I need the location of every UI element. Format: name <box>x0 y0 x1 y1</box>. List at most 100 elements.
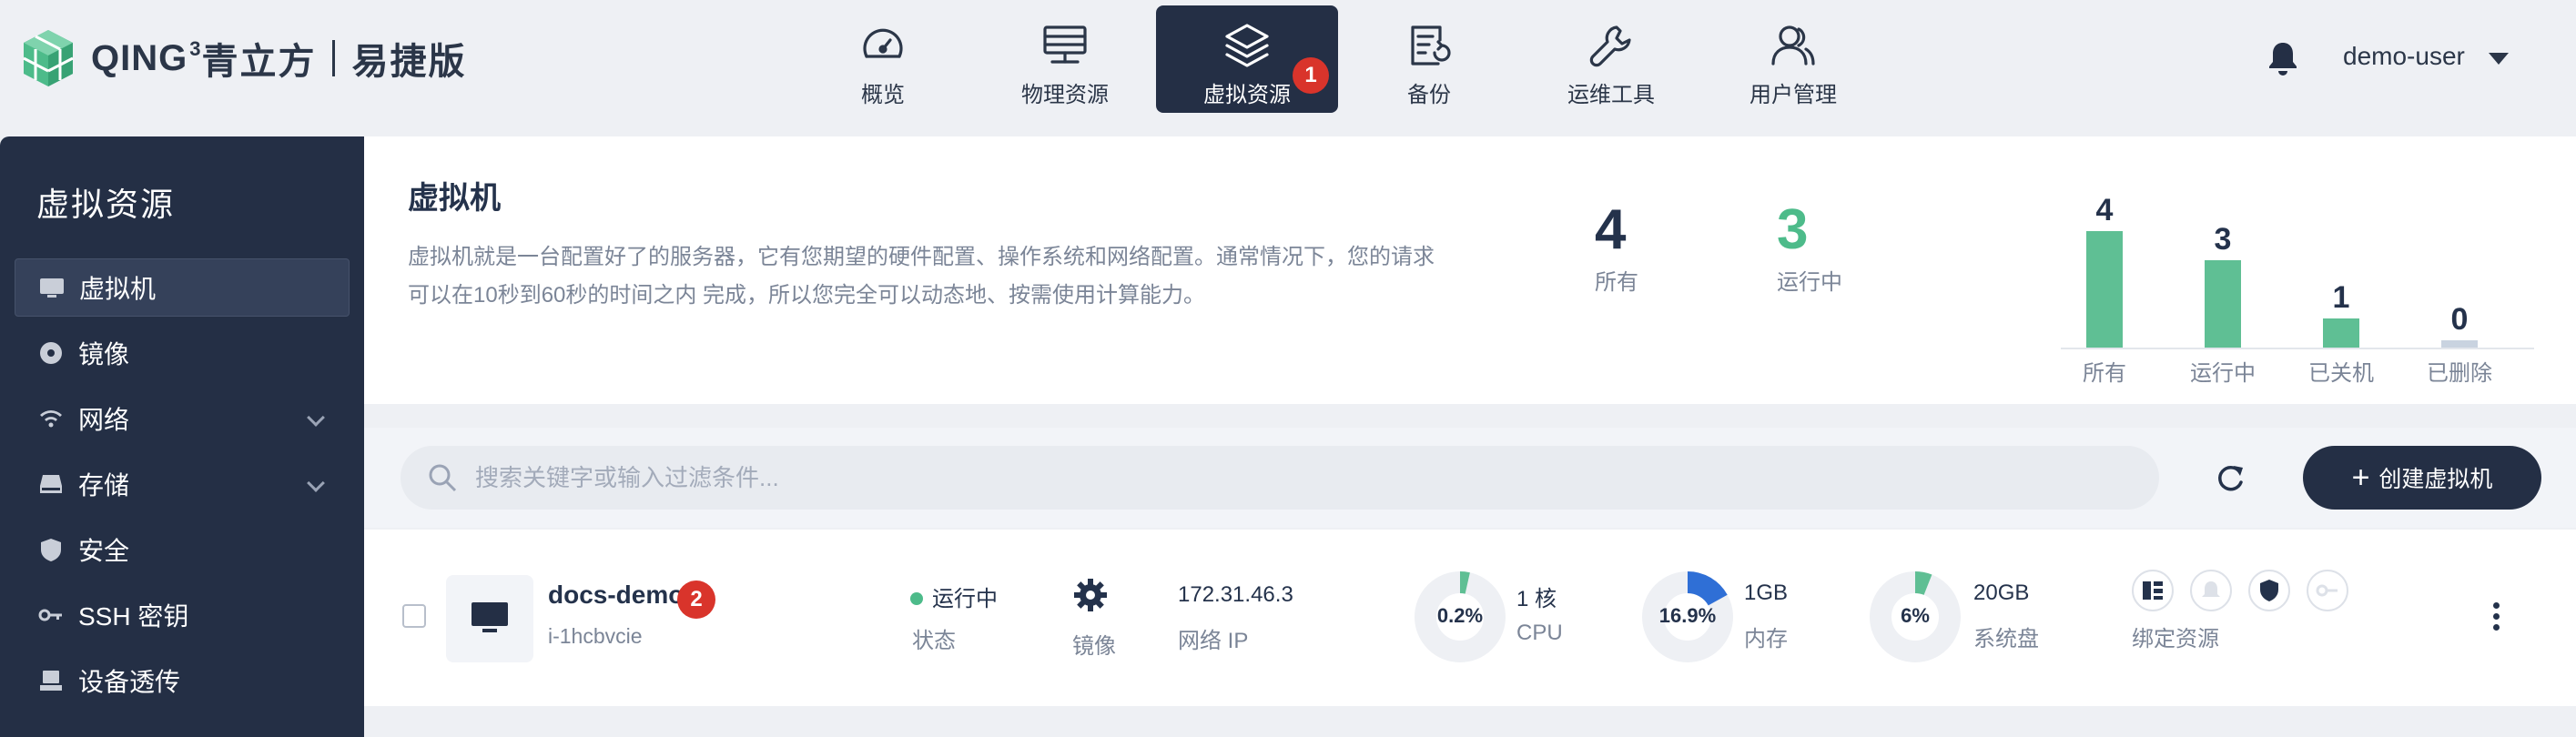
cpu-label: CPU <box>1516 621 1563 645</box>
vm-status-value: 运行中 <box>910 581 998 612</box>
nav-virtual-resources[interactable]: 虚拟资源 1 <box>1156 5 1338 113</box>
chart-category-label: 所有 <box>2083 361 2126 386</box>
bound-security-group-icon[interactable] <box>2248 570 2290 611</box>
sidebar-item-ssh-keys[interactable]: SSH 密钥 <box>15 586 350 644</box>
sidebar: 虚拟资源 虚拟机 镜像 网络 存储 安全 SSH 密钥 设备透传 <box>0 136 364 737</box>
chart-category-label: 已删除 <box>2427 361 2492 386</box>
nav-overview[interactable]: 概览 <box>792 5 974 113</box>
sidebar-item-label: 虚拟机 <box>79 275 157 303</box>
nav-ops-tools[interactable]: 运维工具 <box>1520 5 1702 113</box>
chart-bar[interactable] <box>2441 340 2478 348</box>
sidebar-title: 虚拟资源 <box>36 186 176 223</box>
nav-backup-label: 备份 <box>1407 83 1451 107</box>
vm-badge: 2 <box>677 581 715 619</box>
stat-total: 4 所有 <box>1595 198 1638 296</box>
cpu-value: 1 核 <box>1516 587 1557 611</box>
wifi-icon <box>38 406 64 431</box>
bound-ssh-key-icon[interactable] <box>2307 570 2348 611</box>
chevron-down-icon[interactable] <box>307 409 325 427</box>
page-description: 虚拟机就是一台配置好了的服务器，它有您期望的硬件配置、操作系统和网络配置。通常情… <box>408 245 1435 308</box>
image-gear-icon[interactable] <box>1072 577 1109 613</box>
nav-physical-resources-label: 物理资源 <box>1021 83 1109 107</box>
chart-value-label: 1 <box>2333 280 2350 315</box>
memory-value: 1GB <box>1744 581 1789 605</box>
cube-logo-icon <box>23 30 74 86</box>
chevron-down-icon[interactable] <box>307 474 325 492</box>
brand-logo[interactable]: QING 3 青立方 易捷版 <box>20 27 466 89</box>
device-icon <box>38 668 64 693</box>
create-vm-button[interactable]: + 创建虚拟机 <box>2303 446 2541 510</box>
sidebar-item-image[interactable]: 镜像 <box>15 324 350 382</box>
chart-value-label: 0 <box>2451 302 2469 337</box>
bound-network-icon[interactable] <box>2132 570 2174 611</box>
nav-physical-resources[interactable]: 物理资源 <box>974 5 1156 113</box>
user-dropdown-icon[interactable] <box>2489 53 2509 65</box>
chart-bar[interactable] <box>2205 260 2241 348</box>
nav-backup[interactable]: 备份 <box>1338 5 1520 113</box>
vm-id: i-1hcbvcie <box>548 624 643 648</box>
brand-divider <box>332 40 336 76</box>
nav-badge: 1 <box>1293 57 1329 94</box>
nav-user-management-label: 用户管理 <box>1749 83 1837 107</box>
search-icon <box>429 464 457 492</box>
brand-cn-name: 青立方 <box>201 42 317 82</box>
running-status-dot <box>910 591 923 605</box>
nav-user-management[interactable]: 用户管理 <box>1702 5 1884 113</box>
bell-icon[interactable] <box>2267 40 2299 76</box>
sidebar-item-security[interactable]: 安全 <box>15 520 350 579</box>
nav-ops-tools-label: 运维工具 <box>1567 83 1655 107</box>
sidebar-item-label: SSH 密钥 <box>78 602 189 631</box>
row-checkbox[interactable] <box>402 604 426 628</box>
key-icon <box>38 602 64 628</box>
chart-category-label: 运行中 <box>2190 361 2256 386</box>
sidebar-item-label: 网络 <box>78 406 130 434</box>
stat-running-label: 运行中 <box>1777 270 1842 295</box>
brand-name-text: QING <box>91 37 188 78</box>
plus-icon: + <box>2351 459 2370 495</box>
sidebar-item-label: 镜像 <box>78 340 130 368</box>
stat-running-value: 3 <box>1777 198 1809 261</box>
sidebar-item-label: 安全 <box>78 537 130 565</box>
sidebar-item-vm[interactable]: 虚拟机 <box>15 258 350 317</box>
cpu-usage-text: 0.2% <box>1436 604 1484 627</box>
sidebar-item-network[interactable]: 网络 <box>15 389 350 448</box>
backup-icon <box>1411 25 1451 66</box>
server-icon <box>1043 25 1087 64</box>
vm-summary-panel: 虚拟机 虚拟机就是一台配置好了的服务器，它有您期望的硬件配置、操作系统和网络配置… <box>364 136 2576 404</box>
page-title: 虚拟机 <box>408 181 501 216</box>
stat-total-value: 4 <box>1595 198 1627 261</box>
sidebar-item-storage[interactable]: 存储 <box>15 455 350 513</box>
bound-resources-label: 绑定资源 <box>2132 627 2219 651</box>
chart-bar[interactable] <box>2086 231 2123 348</box>
monitor-icon <box>39 275 65 300</box>
bound-alarm-icon[interactable] <box>2190 570 2232 611</box>
table-row[interactable]: docs-demo 2 i-1hcbvcie 运行中 状态 镜像 172.31.… <box>364 530 2576 708</box>
user-menu[interactable]: demo-user <box>2343 42 2465 71</box>
status-bar-chart: 4 所有 3 运行中 1 已关机 0 已删除 <box>2061 193 2534 386</box>
disk-value: 20GB <box>1973 581 2030 605</box>
search-input[interactable] <box>475 463 2114 492</box>
refresh-icon[interactable] <box>2212 460 2248 497</box>
sidebar-item-label: 存储 <box>78 471 130 500</box>
vm-name-link[interactable]: docs-demo <box>548 581 684 610</box>
stat-running: 3 运行中 <box>1777 198 1842 296</box>
vm-monitor-icon <box>446 575 533 662</box>
sidebar-item-device-passthrough[interactable]: 设备透传 <box>15 651 350 710</box>
nav-overview-label: 概览 <box>861 83 905 107</box>
brand-superscript: 3 <box>189 37 202 60</box>
disc-icon <box>38 340 64 366</box>
memory-usage-text: 16.9% <box>1658 604 1717 627</box>
vm-ip-label: 网络 IP <box>1178 629 1249 653</box>
search-bar[interactable] <box>401 446 2159 510</box>
vm-ip-value: 172.31.46.3 <box>1178 582 1293 607</box>
layers-icon <box>1225 24 1269 67</box>
memory-gauge: 16.9% <box>1642 571 1733 662</box>
vm-image-label: 镜像 <box>1072 634 1116 659</box>
wrench-icon <box>1589 25 1631 67</box>
more-actions-icon[interactable] <box>2490 602 2501 635</box>
stat-total-label: 所有 <box>1595 270 1638 295</box>
brand-edition: 易捷版 <box>351 42 467 82</box>
chart-bar[interactable] <box>2323 318 2359 348</box>
chart-value-label: 4 <box>2096 193 2114 227</box>
gauge-icon <box>863 28 903 58</box>
